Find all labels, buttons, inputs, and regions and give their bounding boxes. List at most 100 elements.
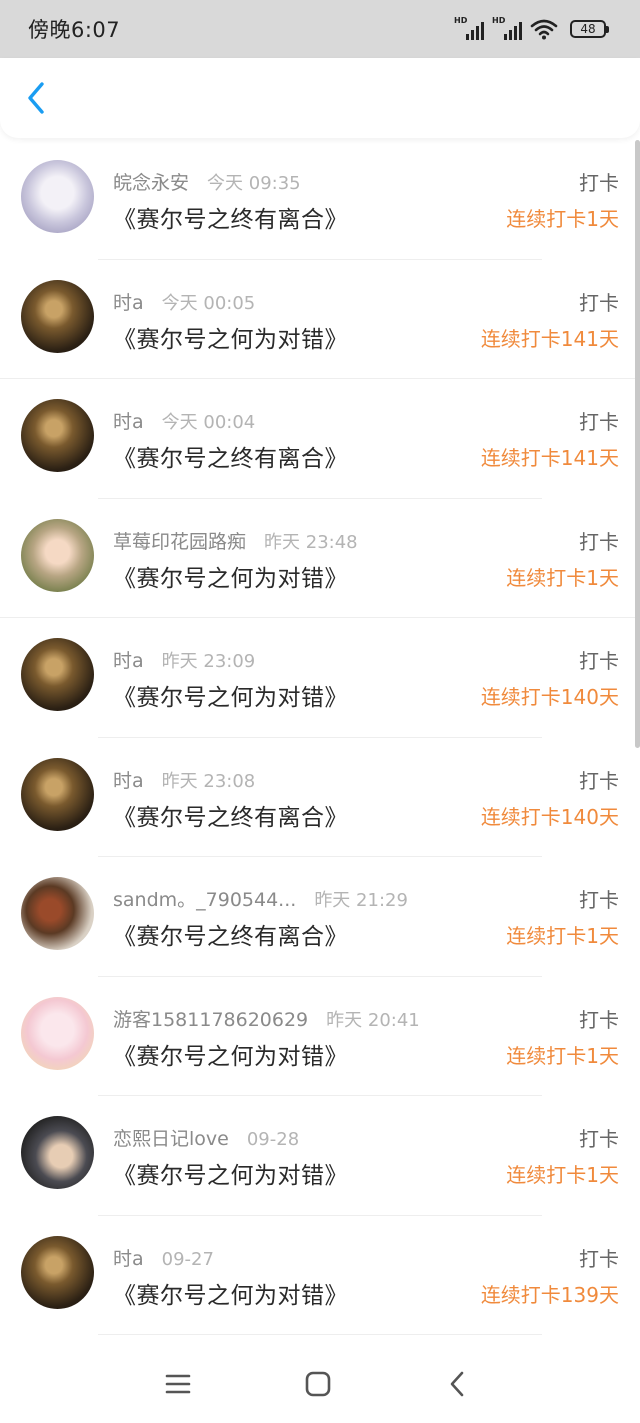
action-label: 打卡 bbox=[579, 1246, 619, 1271]
list-item[interactable]: 恋熙日记love 09-28 《赛尔号之何为对错》 打卡 连续打卡1天 bbox=[0, 1096, 640, 1216]
list-item[interactable]: 皖念永安 今天 09:35 《赛尔号之终有离合》 打卡 连续打卡1天 bbox=[0, 140, 640, 260]
item-title[interactable]: 《赛尔号之何为对错》 bbox=[113, 320, 348, 354]
item-time: 昨天 23:09 bbox=[161, 651, 256, 672]
list-item[interactable]: 游客1581178620629 昨天 20:41 《赛尔号之何为对错》 打卡 连… bbox=[0, 977, 640, 1096]
item-time: 昨天 20:41 bbox=[326, 1009, 420, 1031]
wifi-icon bbox=[530, 19, 558, 40]
menu-button[interactable] bbox=[161, 1367, 195, 1401]
back-button[interactable] bbox=[18, 80, 54, 116]
item-time: 昨天 21:29 bbox=[314, 890, 408, 911]
item-time: 今天 00:04 bbox=[161, 412, 256, 433]
menu-icon bbox=[165, 1374, 191, 1394]
item-title[interactable]: 《赛尔号之终有离合》 bbox=[113, 917, 348, 951]
list-item[interactable]: 时a 今天 00:05 《赛尔号之何为对错》 打卡 连续打卡141天 bbox=[0, 260, 640, 379]
user-name[interactable]: 皖念永安 bbox=[113, 168, 189, 195]
avatar[interactable] bbox=[21, 996, 94, 1070]
system-nav-bar bbox=[0, 1343, 640, 1423]
item-meta: sandm。_790544... 昨天 21:29 bbox=[113, 885, 408, 912]
status-time: 傍晚6:07 bbox=[28, 18, 121, 42]
list-item[interactable]: sandm。_790544... 昨天 21:29 《赛尔号之终有离合》 打卡 … bbox=[0, 857, 640, 977]
list-item[interactable]: 时a 昨天 23:09 《赛尔号之何为对错》 打卡 连续打卡140天 bbox=[0, 618, 640, 738]
checkin-list: 皖念永安 今天 09:35 《赛尔号之终有离合》 打卡 连续打卡1天 时a 今天… bbox=[0, 140, 640, 1335]
item-meta: 时a 今天 00:05 bbox=[113, 288, 255, 315]
user-name[interactable]: 时a bbox=[113, 646, 144, 673]
item-title[interactable]: 《赛尔号之何为对错》 bbox=[113, 1276, 348, 1310]
item-time: 09-27 bbox=[161, 1248, 214, 1270]
item-meta: 时a 今天 00:04 bbox=[113, 407, 255, 434]
item-time: 今天 00:05 bbox=[161, 292, 256, 314]
action-label: 打卡 bbox=[579, 1127, 619, 1151]
user-name[interactable]: 游客1581178620629 bbox=[113, 1005, 308, 1032]
item-title[interactable]: 《赛尔号之何为对错》 bbox=[113, 1037, 348, 1071]
action-label: 打卡 bbox=[579, 290, 619, 315]
streak-label: 连续打卡1天 bbox=[506, 1163, 619, 1187]
item-time: 今天 09:35 bbox=[207, 173, 301, 194]
signal-icon: HD bbox=[454, 16, 484, 40]
user-name[interactable]: 草莓印花园路痴 bbox=[113, 527, 246, 554]
avatar[interactable] bbox=[21, 399, 94, 472]
battery-level: 48 bbox=[580, 22, 596, 36]
streak-label: 连续打卡141天 bbox=[480, 326, 619, 351]
streak-label: 连续打卡139天 bbox=[480, 1282, 619, 1307]
user-name[interactable]: sandm。_790544... bbox=[113, 885, 296, 912]
item-meta: 恋熙日记love 09-28 bbox=[113, 1124, 299, 1151]
back-nav-button[interactable] bbox=[440, 1367, 474, 1401]
avatar[interactable] bbox=[21, 160, 94, 233]
avatar[interactable] bbox=[21, 518, 94, 592]
item-title[interactable]: 《赛尔号之何为对错》 bbox=[113, 678, 348, 712]
divider bbox=[98, 1334, 542, 1335]
header bbox=[0, 58, 640, 138]
user-name[interactable]: 时a bbox=[113, 407, 144, 434]
item-time: 昨天 23:08 bbox=[161, 770, 256, 792]
item-meta: 皖念永安 今天 09:35 bbox=[113, 168, 301, 195]
action-label: 打卡 bbox=[579, 171, 619, 195]
streak-label: 连续打卡140天 bbox=[480, 685, 619, 709]
item-time: 09-28 bbox=[246, 1129, 300, 1150]
item-title[interactable]: 《赛尔号之终有离合》 bbox=[113, 439, 348, 473]
streak-label: 连续打卡1天 bbox=[506, 924, 619, 948]
avatar[interactable] bbox=[21, 1235, 94, 1309]
action-label: 打卡 bbox=[579, 649, 619, 673]
user-name[interactable]: 时a bbox=[113, 1244, 144, 1271]
list-item[interactable]: 时a 今天 00:04 《赛尔号之终有离合》 打卡 连续打卡141天 bbox=[0, 379, 640, 499]
scrollbar[interactable] bbox=[635, 140, 640, 748]
status-bar: 傍晚6:07 HD HD 48 bbox=[0, 0, 640, 58]
item-meta: 时a 09-27 bbox=[113, 1244, 214, 1271]
action-label: 打卡 bbox=[579, 529, 619, 554]
item-title[interactable]: 《赛尔号之终有离合》 bbox=[113, 200, 348, 234]
action-label: 打卡 bbox=[579, 888, 619, 912]
streak-label: 连续打卡1天 bbox=[506, 565, 619, 590]
home-button[interactable] bbox=[301, 1367, 335, 1401]
item-meta: 时a 昨天 23:09 bbox=[113, 646, 255, 673]
streak-label: 连续打卡1天 bbox=[506, 207, 619, 231]
streak-label: 连续打卡1天 bbox=[506, 1043, 619, 1068]
item-meta: 游客1581178620629 昨天 20:41 bbox=[113, 1005, 420, 1032]
list-item[interactable]: 草莓印花园路痴 昨天 23:48 《赛尔号之何为对错》 打卡 连续打卡1天 bbox=[0, 499, 640, 618]
user-name[interactable]: 时a bbox=[113, 288, 144, 315]
item-title[interactable]: 《赛尔号之终有离合》 bbox=[113, 798, 348, 832]
list-item[interactable]: 时a 09-27 《赛尔号之何为对错》 打卡 连续打卡139天 bbox=[0, 1216, 640, 1335]
avatar[interactable] bbox=[21, 877, 94, 950]
action-label: 打卡 bbox=[579, 768, 619, 793]
back-icon bbox=[450, 1371, 464, 1397]
avatar[interactable] bbox=[21, 757, 94, 831]
action-label: 打卡 bbox=[579, 410, 619, 434]
item-title[interactable]: 《赛尔号之何为对错》 bbox=[113, 559, 348, 593]
list-item[interactable]: 时a 昨天 23:08 《赛尔号之终有离合》 打卡 连续打卡140天 bbox=[0, 738, 640, 857]
item-meta: 草莓印花园路痴 昨天 23:48 bbox=[113, 527, 358, 554]
user-name[interactable]: 时a bbox=[113, 766, 144, 793]
streak-label: 连续打卡141天 bbox=[480, 446, 619, 470]
action-label: 打卡 bbox=[579, 1007, 619, 1032]
item-time: 昨天 23:48 bbox=[264, 531, 358, 553]
item-title[interactable]: 《赛尔号之何为对错》 bbox=[113, 1156, 348, 1190]
chevron-left-icon bbox=[28, 82, 44, 114]
avatar[interactable] bbox=[21, 1116, 94, 1189]
signal-icon: HD bbox=[492, 16, 522, 40]
streak-label: 连续打卡140天 bbox=[480, 804, 619, 829]
user-name[interactable]: 恋熙日记love bbox=[113, 1124, 229, 1151]
avatar[interactable] bbox=[21, 638, 94, 711]
home-icon bbox=[305, 1371, 331, 1397]
status-icons: HD HD 48 bbox=[454, 16, 609, 40]
avatar[interactable] bbox=[21, 279, 94, 353]
item-meta: 时a 昨天 23:08 bbox=[113, 766, 255, 793]
